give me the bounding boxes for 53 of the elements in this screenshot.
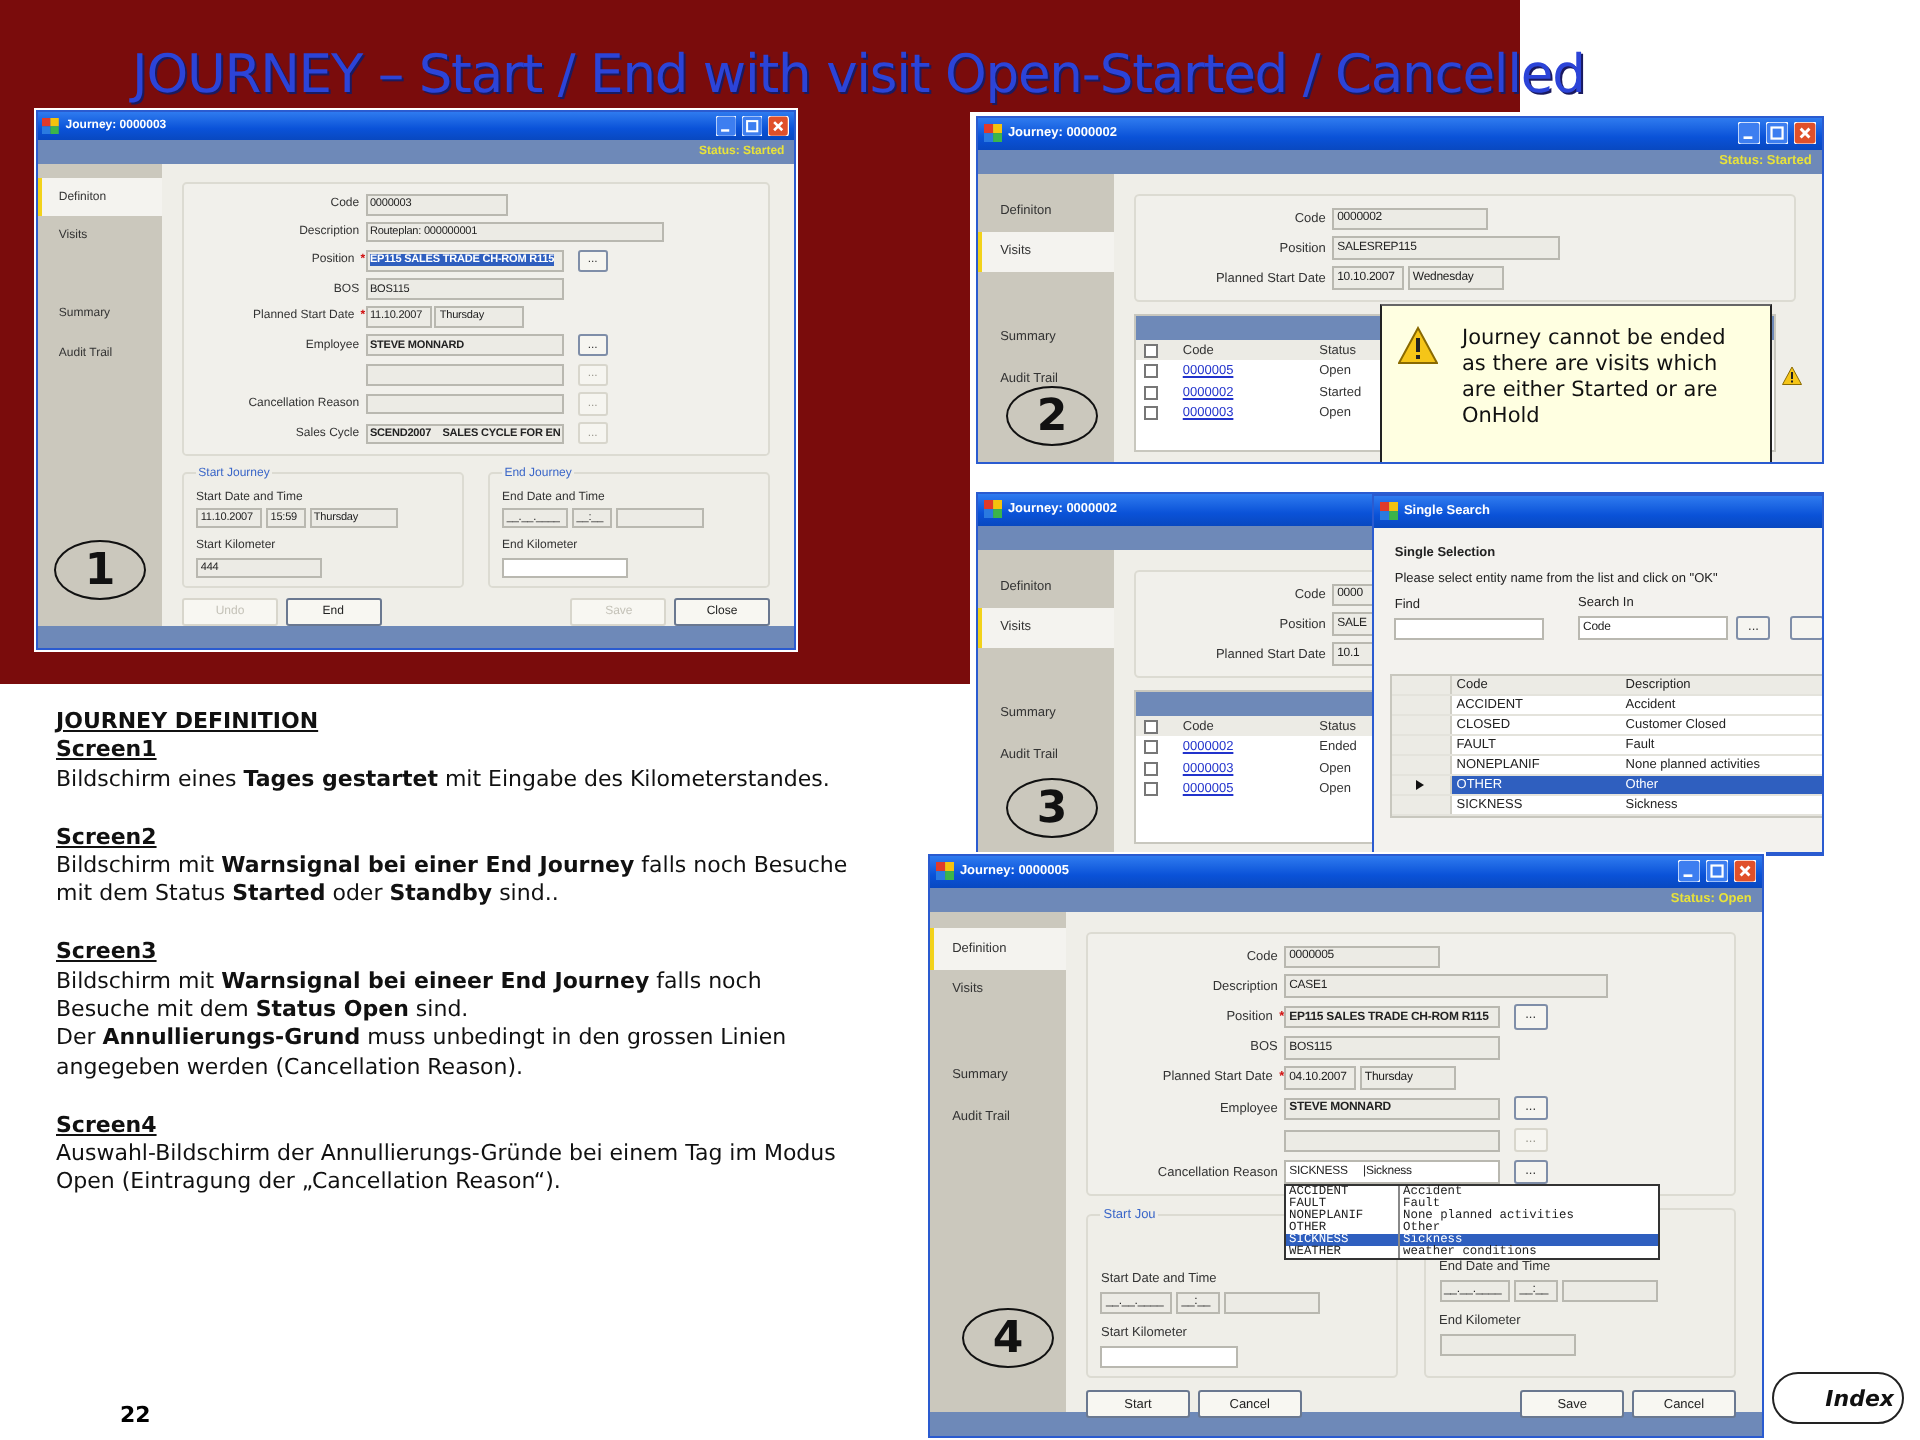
index-button[interactable]: Index [1772,1372,1904,1424]
input-field[interactable] [502,557,629,579]
dialog-button[interactable] [1789,615,1822,641]
input-field[interactable] [1439,1334,1577,1357]
app-icon [935,862,954,881]
checkbox[interactable] [1143,385,1159,400]
close-icon[interactable] [1794,122,1817,145]
checkbox[interactable] [1143,364,1159,379]
row-pointer-icon [1416,779,1425,790]
checkbox[interactable] [1143,761,1159,776]
maximize-icon[interactable] [742,116,763,137]
checkbox[interactable] [1143,343,1159,358]
input-field[interactable] [1223,1291,1320,1314]
minimize-icon[interactable] [1737,122,1760,145]
step-number: 3 [1006,778,1098,838]
app-icon [1379,502,1398,521]
app-icon [42,118,60,135]
note-paragraph: Bildschirm mit Warnsignal bei einer End Journey falls noch Besuche mit dem Status Started oder Standby sind.. [56,852,850,910]
section-heading: Screen3 [56,938,159,968]
close-icon[interactable] [1734,860,1757,883]
find-field[interactable] [1394,617,1545,641]
minimize-icon[interactable] [716,116,737,137]
maximize-icon[interactable] [1706,860,1729,883]
input-field[interactable] [1100,1346,1239,1369]
step-number: 4 [962,1308,1054,1368]
input-field[interactable] [615,508,704,529]
input-field[interactable] [365,364,564,386]
checkbox[interactable] [1143,781,1159,797]
warning-icon [1782,365,1802,386]
close-icon[interactable] [768,116,790,137]
checkbox[interactable] [1143,719,1159,734]
checkbox[interactable] [1143,405,1159,421]
app-icon [983,124,1002,143]
note-paragraph: Auswahl-Bildschirm der Annullierungs-Gründe bei einem Tag im Modus Open (Eintragung der „Cancellation Reason“). [56,1140,838,1198]
section-heading: Screen1 [56,736,159,766]
note-paragraph: Bildschirm eines Tages gestartet mit Eingabe des Kilometerstandes. [56,765,832,795]
app-icon [983,500,1002,519]
note-paragraph: Bildschirm mit Warnsignal bei eineer End Journey falls noch Besuche mit dem Status Open sind. [56,967,764,1025]
maximize-icon[interactable] [1766,122,1789,145]
step-number: 2 [1006,386,1098,446]
warning-text: Journey cannot be ended as there are visits which are either Started or are OnHold [1462,325,1728,433]
input-field[interactable] [1284,1129,1500,1152]
input-field[interactable] [1561,1279,1658,1302]
minimize-icon[interactable] [1677,860,1700,883]
input-field[interactable] [365,393,564,415]
note-paragraph: Der Annullierungs-Grund muss unbedingt in den grossen Linien angegeben werden (Cancellation Reason). [56,1024,789,1083]
warning-icon [1398,325,1438,366]
section-heading: Screen4 [56,1111,159,1141]
notes-heading: JOURNEY DEFINITION [56,708,321,737]
step-number: 1 [54,540,146,600]
section-heading: Screen2 [56,823,159,853]
checkbox[interactable] [1143,740,1159,755]
page-number: 22 [120,1402,151,1428]
